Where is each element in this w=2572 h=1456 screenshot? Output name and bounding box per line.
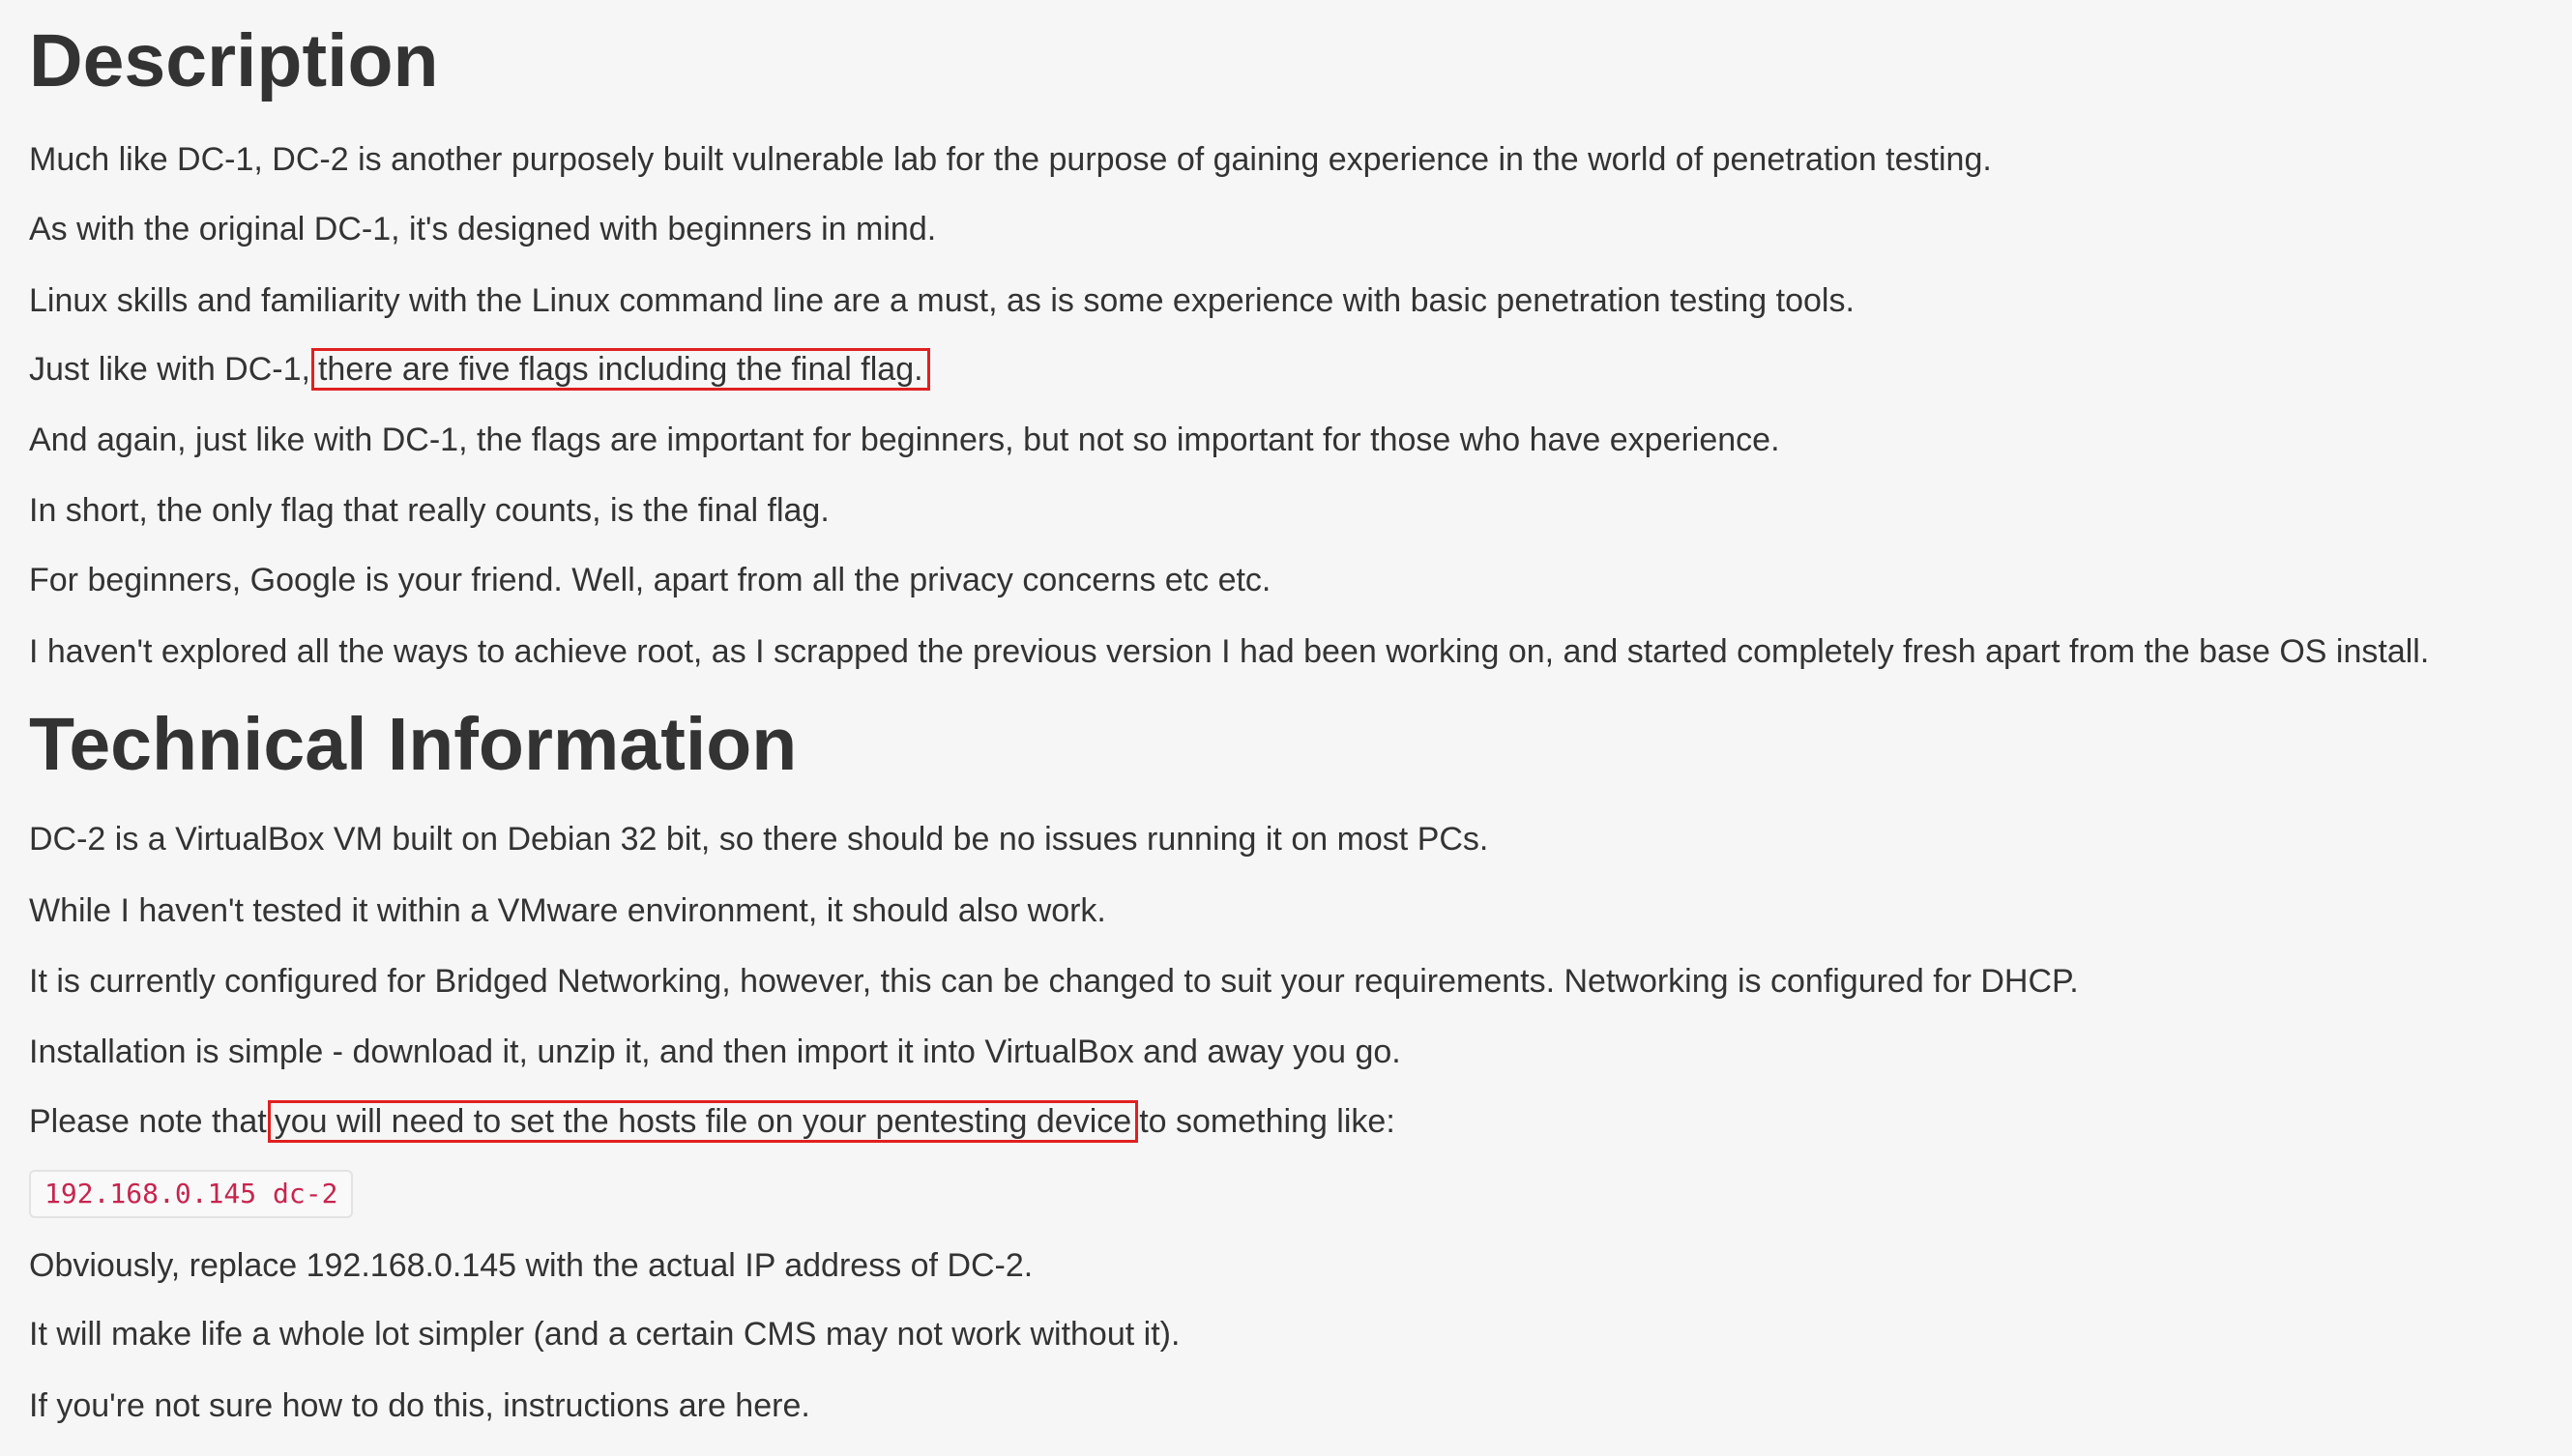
- technical-paragraph-4: Installation is simple - download it, un…: [29, 1034, 1401, 1070]
- description-paragraph-4: Just like with DC-1, there are five flags…: [29, 345, 931, 393]
- hosts-file-highlight: you will need to set the hosts file on y…: [267, 1100, 1139, 1143]
- hosts-code-snippet: 192.168.0.145 dc-2: [29, 1170, 354, 1218]
- technical-paragraph-1: DC-2 is a VirtualBox VM built on Debian …: [29, 821, 1489, 858]
- technical-paragraph-5: Please note that you will need to set the…: [29, 1097, 1395, 1146]
- technical-paragraph-7: It will make life a whole lot simpler (a…: [29, 1316, 1181, 1353]
- technical-heading: Technical Information: [29, 703, 798, 786]
- description-paragraph-4-text: Just like with DC-1,: [29, 351, 310, 388]
- page: Description Much like DC-1, DC-2 is anot…: [0, 0, 2572, 1456]
- technical-paragraph-5-text-after: to something like:: [1139, 1103, 1395, 1140]
- description-paragraph-8: I haven't explored all the ways to achie…: [29, 633, 2430, 670]
- description-paragraph-2: As with the original DC-1, it's designed…: [29, 211, 937, 248]
- technical-paragraph-6: Obviously, replace 192.168.0.145 with th…: [29, 1247, 1034, 1284]
- technical-paragraph-8: If you're not sure how to do this, instr…: [29, 1387, 810, 1424]
- description-heading: Description: [29, 19, 439, 102]
- description-paragraph-3: Linux skills and familiarity with the Li…: [29, 282, 1855, 319]
- flags-highlight: there are five flags including the final…: [310, 348, 930, 391]
- technical-paragraph-2: While I haven't tested it within a VMwar…: [29, 892, 1106, 929]
- description-paragraph-6: In short, the only flag that really coun…: [29, 492, 830, 529]
- technical-paragraph-5-text-before: Please note that: [29, 1103, 267, 1140]
- description-paragraph-1: Much like DC-1, DC-2 is another purposel…: [29, 141, 1992, 178]
- description-paragraph-7: For beginners, Google is your friend. We…: [29, 562, 1271, 598]
- technical-paragraph-3: It is currently configured for Bridged N…: [29, 963, 2079, 1000]
- description-paragraph-5: And again, just like with DC-1, the flag…: [29, 422, 1780, 458]
